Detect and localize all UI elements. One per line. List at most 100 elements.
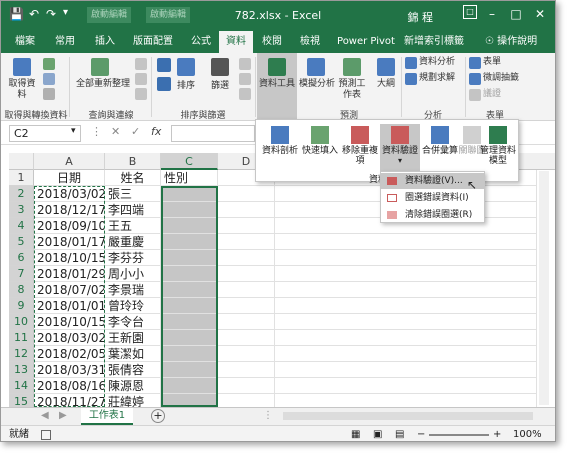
- insert-function-icon[interactable]: fx: [151, 125, 161, 138]
- cell-b7[interactable]: 周小小: [105, 266, 161, 282]
- remove-duplicates-button[interactable]: 移除重複項: [340, 124, 380, 176]
- micro-lottery-button[interactable]: 微調抽籤: [483, 73, 533, 84]
- zoom-slider[interactable]: [429, 434, 489, 436]
- prev-sheet-icon[interactable]: ◀: [41, 410, 49, 421]
- formula-input[interactable]: [171, 125, 255, 142]
- cell-d13[interactable]: [218, 362, 275, 378]
- cell-d2[interactable]: [218, 186, 275, 202]
- cell-b6[interactable]: 李芬芬: [105, 250, 161, 266]
- column-header-a[interactable]: A: [34, 153, 105, 170]
- from-table-icon[interactable]: [43, 73, 55, 85]
- table-button[interactable]: 表單: [483, 57, 523, 68]
- row-header[interactable]: 8: [9, 282, 34, 298]
- text-to-columns-button[interactable]: 資料剖析: [260, 124, 300, 176]
- tab-tell-me[interactable]: ☉ 操作說明: [471, 31, 551, 53]
- row-header[interactable]: 1: [9, 170, 34, 186]
- cell-b12[interactable]: 葉潔如: [105, 346, 161, 362]
- select-all-corner[interactable]: [9, 153, 34, 170]
- data-analysis-button[interactable]: 資料分析: [419, 57, 467, 68]
- tab-power-pivot[interactable]: Power Pivot: [333, 31, 399, 53]
- tab-data[interactable]: 資料: [219, 31, 253, 53]
- cell-e12[interactable]: [275, 346, 537, 362]
- advanced-filter-icon[interactable]: [239, 88, 251, 100]
- solver-button[interactable]: 規劃求解: [419, 73, 467, 84]
- sheet-tab-active[interactable]: 工作表1: [81, 408, 133, 425]
- tab-page-layout[interactable]: 版面配置: [125, 31, 181, 53]
- row-header[interactable]: 10: [9, 314, 34, 330]
- cell-d8[interactable]: [218, 282, 275, 298]
- circle-invalid-menu-item[interactable]: 圈選錯誤資料(I): [381, 190, 484, 206]
- cell-d5[interactable]: [218, 234, 275, 250]
- cell-b5[interactable]: 嚴重慶: [105, 234, 161, 250]
- reapply-icon[interactable]: [239, 73, 251, 85]
- edit-links-icon[interactable]: [135, 88, 147, 100]
- cell-b11[interactable]: 王新園: [105, 330, 161, 346]
- cell-e6[interactable]: [275, 250, 537, 266]
- cell-e9[interactable]: [275, 298, 537, 314]
- recent-sources-icon[interactable]: [43, 88, 55, 100]
- maximize-icon[interactable]: □: [505, 3, 527, 25]
- row-header[interactable]: 2: [9, 186, 34, 202]
- cell-e13[interactable]: [275, 362, 537, 378]
- connections-icon[interactable]: [135, 58, 147, 70]
- zoom-out-icon[interactable]: −: [417, 426, 425, 441]
- refresh-all-button[interactable]: 全部重新整理: [73, 79, 133, 90]
- tab-home[interactable]: 常用: [47, 31, 83, 53]
- tab-new-tab[interactable]: 新增索引標籤: [401, 31, 467, 53]
- cell-d9[interactable]: [218, 298, 275, 314]
- flash-fill-button[interactable]: 快速填入: [300, 124, 340, 176]
- tab-view[interactable]: 檢視: [293, 31, 327, 53]
- what-if-button[interactable]: 模擬分析: [297, 79, 337, 90]
- tab-file[interactable]: 檔案: [7, 31, 43, 53]
- row-header[interactable]: 7: [9, 266, 34, 282]
- user-name[interactable]: 錦 程: [408, 9, 434, 25]
- row-header[interactable]: 14: [9, 378, 34, 394]
- cell-e5[interactable]: [275, 234, 537, 250]
- cell-e8[interactable]: [275, 282, 537, 298]
- cell-b4[interactable]: 王五: [105, 218, 161, 234]
- sort-ascending-icon[interactable]: [157, 58, 171, 72]
- cell-d3[interactable]: [218, 202, 275, 218]
- zoom-level[interactable]: 100%: [513, 426, 542, 441]
- cell-d7[interactable]: [218, 266, 275, 282]
- clear-circles-menu-item[interactable]: 清除錯誤圈選(R): [381, 207, 484, 223]
- sheet-split-icon[interactable]: ⋮: [263, 410, 273, 421]
- cell-e7[interactable]: [275, 266, 537, 282]
- minimize-icon[interactable]: –: [481, 3, 503, 25]
- page-layout-view-icon[interactable]: ▣: [373, 426, 382, 441]
- cell-b8[interactable]: 李景瑞: [105, 282, 161, 298]
- row-header[interactable]: 6: [9, 250, 34, 266]
- cell-b10[interactable]: 李令台: [105, 314, 161, 330]
- cell-b14[interactable]: 陳源恩: [105, 378, 161, 394]
- tab-review[interactable]: 校閱: [255, 31, 289, 53]
- cancel-icon[interactable]: ✕: [111, 125, 120, 138]
- ribbon-display-icon[interactable]: □: [463, 5, 477, 19]
- clear-filter-icon[interactable]: [239, 58, 251, 70]
- cell-b2[interactable]: 張三: [105, 186, 161, 202]
- record-macro-icon[interactable]: [41, 430, 51, 440]
- tab-formulas[interactable]: 公式: [183, 31, 219, 53]
- cell-d14[interactable]: [218, 378, 275, 394]
- data-tools-button[interactable]: 資料工具: [257, 53, 297, 119]
- data-validation-button[interactable]: 資料驗證 ▾: [380, 124, 420, 176]
- cell-e10[interactable]: [275, 314, 537, 330]
- row-header[interactable]: 11: [9, 330, 34, 346]
- manage-data-model-button[interactable]: 管理資料模型: [478, 124, 518, 176]
- row-header[interactable]: 5: [9, 234, 34, 250]
- forecast-button[interactable]: 預測工作表: [337, 79, 367, 101]
- namebox-dropdown-icon[interactable]: ▾: [71, 126, 76, 136]
- cell-b9[interactable]: 曾玲玲: [105, 298, 161, 314]
- cell-b3[interactable]: 李四端: [105, 202, 161, 218]
- cell-d4[interactable]: [218, 218, 275, 234]
- row-header[interactable]: 4: [9, 218, 34, 234]
- normal-view-icon[interactable]: ▦: [351, 426, 360, 441]
- cell-c1[interactable]: 性別: [161, 170, 218, 186]
- cell-a1[interactable]: 日期: [34, 170, 105, 186]
- page-break-view-icon[interactable]: ▤: [395, 426, 404, 441]
- tab-insert[interactable]: 插入: [87, 31, 123, 53]
- column-header-c[interactable]: C: [161, 153, 218, 170]
- cell-d6[interactable]: [218, 250, 275, 266]
- cell-d11[interactable]: [218, 330, 275, 346]
- filter-button[interactable]: 篩選: [205, 81, 235, 92]
- column-header-b[interactable]: B: [105, 153, 161, 170]
